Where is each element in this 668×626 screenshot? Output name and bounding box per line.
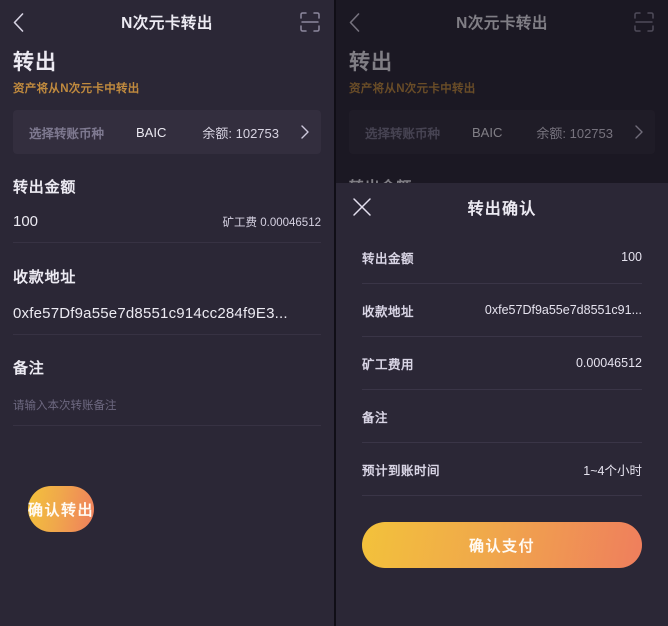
- table-row: 收款地址 0xfe57Df9a55e7d8551c91...: [362, 284, 642, 337]
- coin-balance: 余额: 102753: [202, 125, 279, 141]
- hero-title: 转出: [13, 51, 57, 74]
- address-field: 收款地址 0xfe57Df9a55e7d8551c914cc284f9E3...: [0, 243, 334, 334]
- row-label: 备注: [362, 410, 389, 425]
- scan-qr-button[interactable]: [299, 11, 321, 33]
- address-input[interactable]: 0xfe57Df9a55e7d8551c914cc284f9E3...: [13, 305, 288, 322]
- row-label: 矿工费用: [362, 357, 415, 372]
- amount-label: 转出金额: [13, 179, 77, 196]
- amount-field: 转出金额 100 矿工费 0.00046512: [0, 154, 334, 242]
- scan-qr-icon: [299, 11, 321, 33]
- hero-section: 转出 资产将从N次元卡中转出: [0, 44, 334, 96]
- close-modal-button[interactable]: [352, 197, 372, 217]
- table-row: 预计到账时间 1~4个小时: [362, 443, 642, 496]
- row-value: 0xfe57Df9a55e7d8551c91...: [484, 303, 642, 317]
- transfer-out-screen: N次元卡转出 转出 资产将从N次元卡中转出 选择转账币种 BAIC 余额: 10…: [0, 0, 334, 626]
- divider: [13, 425, 321, 426]
- navigation-bar: N次元卡转出: [0, 0, 334, 44]
- chevron-left-icon: [13, 12, 24, 32]
- row-label: 转出金额: [362, 251, 415, 266]
- row-value: 1~4个小时: [583, 463, 642, 478]
- row-label: 预计到账时间: [362, 463, 441, 478]
- coin-symbol: BAIC: [136, 124, 167, 140]
- confirm-payment-modal: 转出确认 转出金额 100 收款地址 0xfe57Df9a55e7d8551c9…: [336, 183, 668, 626]
- row-value: 0.00046512: [575, 356, 642, 370]
- table-row: 备注: [362, 390, 642, 443]
- page-title: N次元卡转出: [121, 15, 213, 32]
- close-x-icon: [352, 197, 372, 217]
- note-label: 备注: [13, 360, 45, 377]
- back-button[interactable]: [13, 9, 35, 35]
- coin-selector-row[interactable]: 选择转账币种 BAIC 余额: 102753: [13, 110, 321, 154]
- hero-subtitle: 资产将从N次元卡中转出: [13, 83, 140, 95]
- transfer-confirm-screen: N次元卡转出 转出 资产将从N次元卡中转出 选择转账币种 BAIC 余额: 10…: [334, 0, 668, 626]
- dual-screenshot-stage: N次元卡转出 转出 资产将从N次元卡中转出 选择转账币种 BAIC 余额: 10…: [0, 0, 668, 626]
- chevron-right-icon: [301, 125, 309, 139]
- amount-input[interactable]: 100: [13, 213, 38, 230]
- modal-body: 转出金额 100 收款地址 0xfe57Df9a55e7d8551c91... …: [336, 231, 668, 496]
- note-input[interactable]: 请输入本次转账备注: [13, 397, 117, 413]
- confirm-payment-button[interactable]: 确认支付: [362, 522, 642, 568]
- table-row: 转出金额 100: [362, 231, 642, 284]
- table-row: 矿工费用 0.00046512: [362, 337, 642, 390]
- row-label: 收款地址: [362, 304, 415, 319]
- modal-title: 转出确认: [467, 201, 537, 218]
- note-field: 备注 请输入本次转账备注: [0, 335, 334, 425]
- modal-header: 转出确认: [336, 183, 668, 231]
- miner-fee-text: 矿工费 0.00046512: [222, 217, 321, 229]
- coin-selector-label: 选择转账币种: [29, 126, 105, 141]
- address-label: 收款地址: [13, 269, 77, 286]
- confirm-transfer-button[interactable]: 确认转出: [28, 486, 95, 532]
- row-value: 100: [621, 250, 642, 264]
